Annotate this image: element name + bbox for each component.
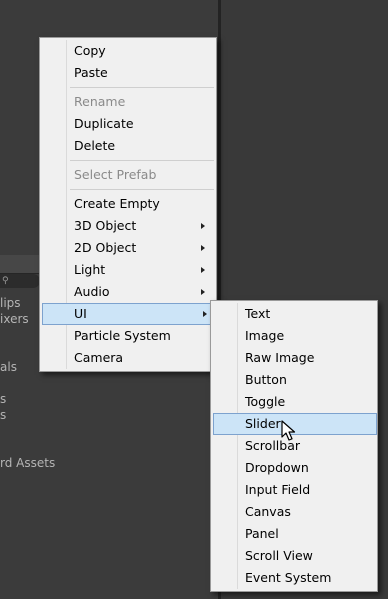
menu-separator xyxy=(70,189,214,190)
project-toolbar xyxy=(0,255,40,274)
submenu-item-image[interactable]: Image xyxy=(213,325,375,347)
menu-separator xyxy=(70,160,214,161)
submenu-item-toggle[interactable]: Toggle xyxy=(213,391,375,413)
menu-item-label: Scroll View xyxy=(245,548,313,563)
submenu-item-slider[interactable]: Slider xyxy=(213,413,377,435)
menu-item-light[interactable]: Light xyxy=(42,259,214,281)
menu-item-label: Particle System xyxy=(74,328,171,343)
menu-item-delete[interactable]: Delete xyxy=(42,135,214,157)
menu-item-label: Light xyxy=(74,262,106,277)
submenu-item-canvas[interactable]: Canvas xyxy=(213,501,375,523)
menu-item-label: Delete xyxy=(74,138,116,153)
submenu-arrow-icon xyxy=(201,223,205,229)
menu-item-particle-system[interactable]: Particle System xyxy=(42,325,214,347)
menu-item-3d-object[interactable]: 3D Object xyxy=(42,215,214,237)
menu-item-label: Audio xyxy=(74,284,110,299)
submenu-arrow-icon xyxy=(201,267,205,273)
submenu-item-scroll-view[interactable]: Scroll View xyxy=(213,545,375,567)
menu-item-create-empty[interactable]: Create Empty xyxy=(42,193,214,215)
project-search-input[interactable]: ⚲ xyxy=(0,274,40,288)
menu-item-duplicate[interactable]: Duplicate xyxy=(42,113,214,135)
submenu-arrow-icon xyxy=(201,289,205,295)
menu-item-label: Button xyxy=(245,372,287,387)
menu-item-select-prefab: Select Prefab xyxy=(42,164,214,186)
menu-item-label: Slider xyxy=(245,416,281,431)
project-item[interactable]: s xyxy=(0,392,6,406)
menu-item-label: Duplicate xyxy=(74,116,134,131)
menu-item-label: Scrollbar xyxy=(245,438,300,453)
submenu-arrow-icon xyxy=(203,311,207,317)
menu-item-ui[interactable]: UI xyxy=(42,303,216,325)
submenu-item-input-field[interactable]: Input Field xyxy=(213,479,375,501)
menu-item-rename: Rename xyxy=(42,91,214,113)
menu-item-camera[interactable]: Camera xyxy=(42,347,214,369)
menu-item-label: 2D Object xyxy=(74,240,137,255)
menu-item-label: Text xyxy=(245,306,271,321)
menu-item-label: Image xyxy=(245,328,285,343)
hierarchy-context-menu: Copy Paste Rename Duplicate Delete Selec… xyxy=(39,37,217,372)
submenu-item-event-system[interactable]: Event System xyxy=(213,567,375,589)
menu-item-label: Raw Image xyxy=(245,350,315,365)
submenu-item-raw-image[interactable]: Raw Image xyxy=(213,347,375,369)
menu-item-label: Canvas xyxy=(245,504,291,519)
menu-item-label: Event System xyxy=(245,570,332,585)
submenu-item-panel[interactable]: Panel xyxy=(213,523,375,545)
menu-item-paste[interactable]: Paste xyxy=(42,62,214,84)
project-item[interactable]: als xyxy=(0,360,17,374)
project-item[interactable]: lips xyxy=(0,296,21,310)
menu-item-2d-object[interactable]: 2D Object xyxy=(42,237,214,259)
menu-item-label: UI xyxy=(74,306,87,321)
menu-item-label: Camera xyxy=(74,350,124,365)
menu-item-label: Dropdown xyxy=(245,460,309,475)
menu-separator xyxy=(70,87,214,88)
menu-item-label: Select Prefab xyxy=(74,167,157,182)
menu-item-label: Create Empty xyxy=(74,196,160,211)
menu-item-label: Toggle xyxy=(245,394,286,409)
menu-item-label: Input Field xyxy=(245,482,311,497)
menu-item-audio[interactable]: Audio xyxy=(42,281,214,303)
search-icon: ⚲ xyxy=(2,276,9,286)
menu-item-label: Copy xyxy=(74,43,106,58)
project-item[interactable]: rd Assets xyxy=(0,456,55,470)
menu-item-label: Panel xyxy=(245,526,279,541)
menu-item-label: Paste xyxy=(74,65,108,80)
menu-item-label: Rename xyxy=(74,94,126,109)
submenu-item-scrollbar[interactable]: Scrollbar xyxy=(213,435,375,457)
submenu-item-dropdown[interactable]: Dropdown xyxy=(213,457,375,479)
submenu-item-button[interactable]: Button xyxy=(213,369,375,391)
ui-submenu: Text Image Raw Image Button Toggle Slide… xyxy=(210,300,378,592)
project-item[interactable]: ixers xyxy=(0,312,29,326)
menu-item-copy[interactable]: Copy xyxy=(42,40,214,62)
submenu-arrow-icon xyxy=(201,245,205,251)
menu-item-label: 3D Object xyxy=(74,218,137,233)
submenu-item-text[interactable]: Text xyxy=(213,303,375,325)
project-item[interactable]: s xyxy=(0,408,6,422)
